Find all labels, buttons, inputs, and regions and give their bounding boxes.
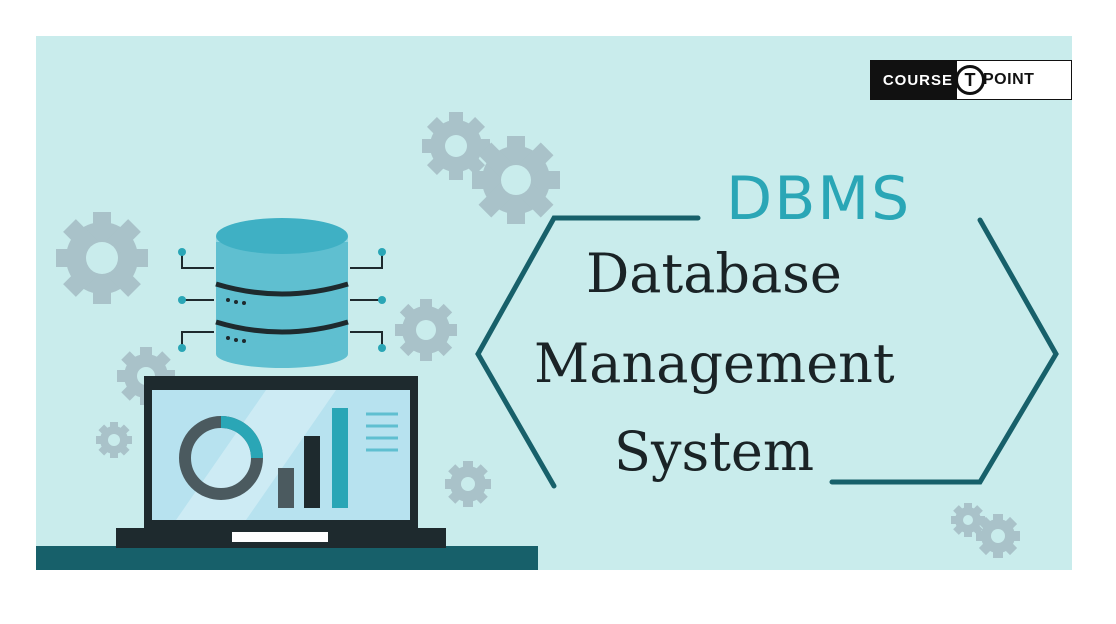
logo-mark-icon: T (955, 65, 985, 95)
banner-artwork (36, 112, 1059, 570)
database-icon (215, 218, 349, 368)
gear-icon (422, 112, 490, 180)
gear-icon (472, 136, 560, 224)
heading-line-system: System (614, 420, 815, 483)
heading-line-management: Management (534, 332, 895, 395)
gear-icon (976, 514, 1020, 558)
gear-icon (445, 461, 491, 507)
coursetpoint-logo: COURSE T POINT (870, 60, 1072, 100)
logo-right-text: POINT (983, 71, 1035, 88)
gear-icon (395, 299, 457, 361)
laptop-icon (116, 376, 446, 548)
gear-icon (96, 422, 132, 458)
heading-line-database: Database (586, 242, 842, 305)
gear-icon (56, 212, 148, 304)
heading-acronym: DBMS (726, 164, 912, 234)
banner: COURSE T POINT DBMS Database Management … (36, 36, 1072, 570)
floor-stripe (36, 546, 538, 570)
logo-left-text: COURSE (871, 61, 957, 99)
